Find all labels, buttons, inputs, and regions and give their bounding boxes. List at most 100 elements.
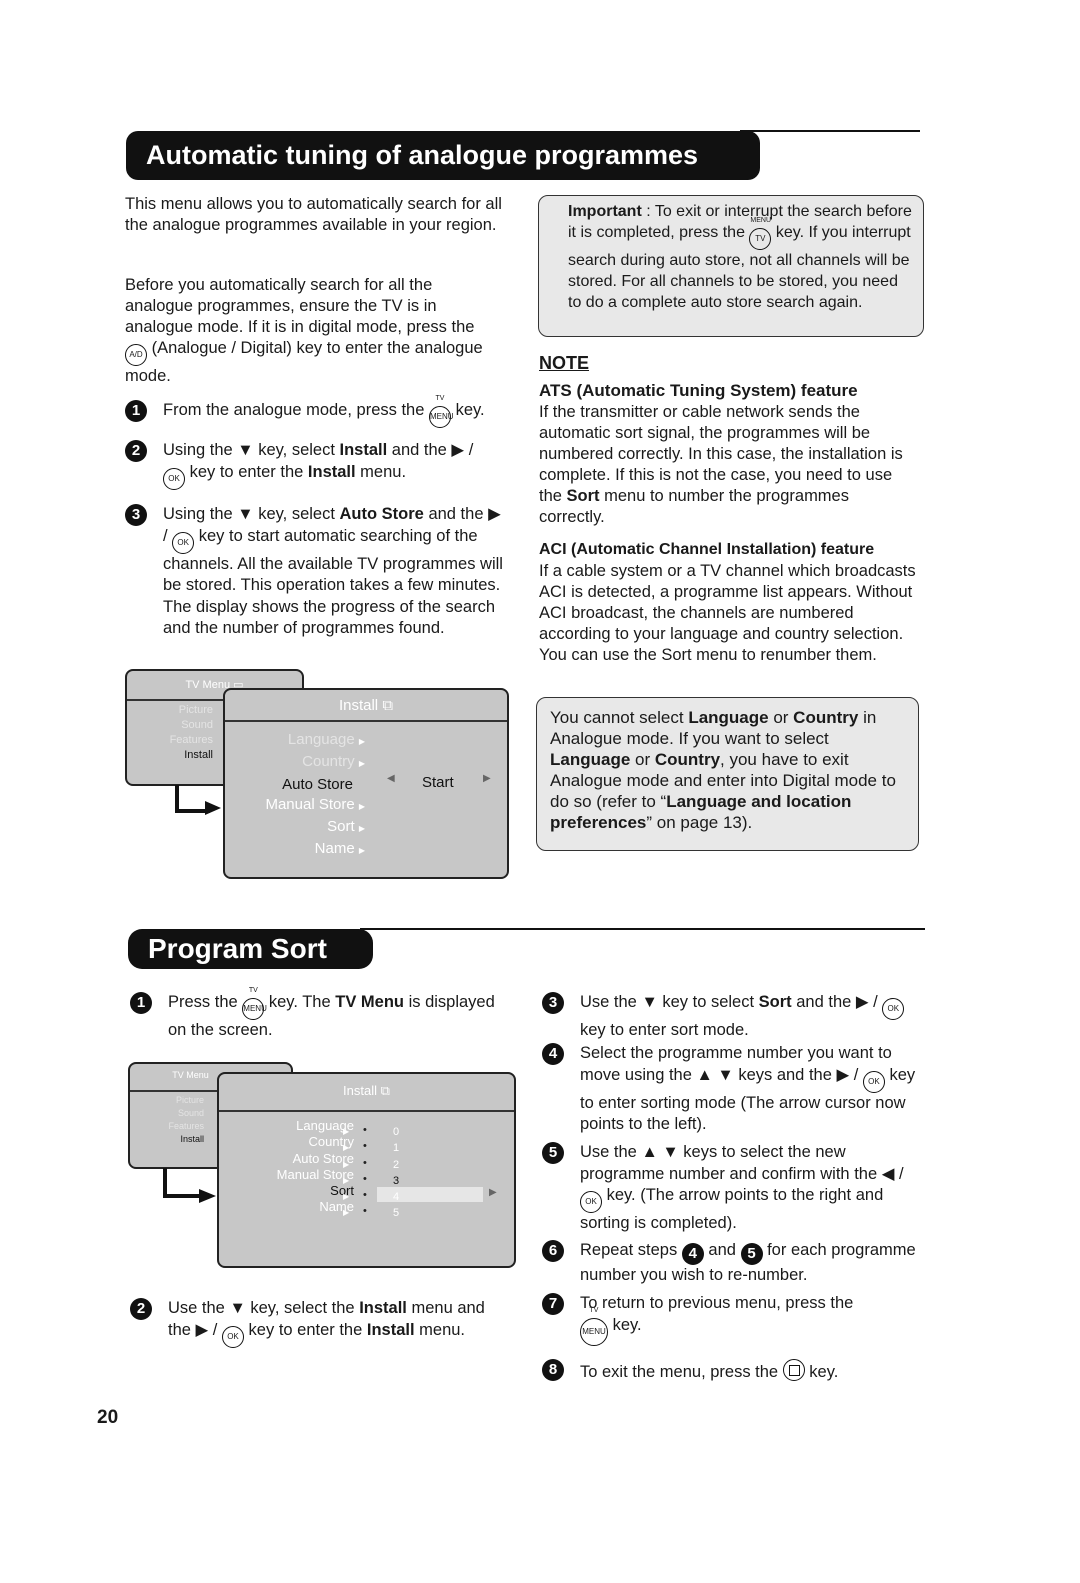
menu-item-country[interactable]: Country	[219, 1134, 354, 1150]
arrow-head-icon	[205, 801, 221, 815]
language-note-text: You cannot select Language or Country in…	[550, 707, 908, 833]
menu-item-auto-store[interactable]: Auto Store	[225, 775, 365, 795]
programme-number[interactable]: 1	[393, 1140, 399, 1156]
text: key.	[608, 1315, 642, 1334]
text: This menu allows you to automatically se…	[125, 195, 502, 234]
text: key to enter the	[185, 462, 308, 481]
step-number-icon: 2	[125, 440, 147, 462]
exit-key-icon	[782, 1359, 805, 1381]
text: key.	[450, 401, 485, 419]
bold-text: TV Menu	[335, 993, 404, 1011]
text: key to start automatic searching of the …	[163, 526, 503, 638]
intro-paragraph: This menu allows you to automatically se…	[125, 194, 510, 236]
text: Use the ▼ key to select	[580, 993, 759, 1011]
menu-item-country[interactable]: Country ▶	[225, 752, 365, 774]
section-title: Automatic tuning of analogue programmes	[126, 131, 760, 180]
tv-key-icon: TV MENU	[749, 217, 772, 250]
text: key. (The arrow points to the right and …	[580, 1186, 884, 1232]
right-arrow-icon[interactable]: ▶	[483, 773, 491, 784]
programme-number[interactable]: 0	[393, 1124, 399, 1140]
step-number-icon: 3	[125, 504, 147, 526]
ok-key-icon: OK	[882, 998, 905, 1020]
programme-number[interactable]: 5	[393, 1205, 399, 1221]
bold-text: Auto Store	[339, 505, 424, 523]
sort-step-3: 3 Use the ▼ key to select Sort and the ▶ …	[542, 992, 912, 1042]
step-number-icon: 2	[130, 1298, 152, 1320]
arrow-icon	[163, 1168, 201, 1198]
step-number-icon: 8	[542, 1359, 564, 1381]
text: Press the	[168, 993, 243, 1011]
text: key to enter the	[243, 1320, 367, 1339]
ats-heading: ATS (Automatic Tuning System) feature	[539, 381, 858, 400]
install-menu-title: Install ⧉	[225, 690, 507, 722]
step-number-icon: 6	[542, 1240, 564, 1262]
text: key. The	[264, 993, 336, 1011]
sort-step-5: 5 Use the ▲ ▼ keys to select the new prog…	[542, 1142, 922, 1235]
menu-item-manual-store[interactable]: Manual Store ▶	[225, 795, 365, 817]
bold-text: Country	[654, 750, 721, 769]
install-menu-panel: Install ⧉ Language ▶ Country ▶ Auto Stor…	[223, 688, 509, 879]
programme-number[interactable]: 2	[393, 1157, 399, 1173]
left-arrow-icon[interactable]: ◀	[387, 773, 395, 784]
step-number-icon: 5	[542, 1142, 564, 1164]
install-menu-title: Install ⧉	[219, 1074, 514, 1112]
step-1: 1 From the analogue mode, press the MENU T…	[125, 395, 520, 428]
menu-item-auto-store[interactable]: Auto Store	[219, 1151, 354, 1167]
intro-paragraph-2: Before you automatically search for all …	[125, 275, 495, 387]
menu-key-icon: MENU TV	[428, 395, 454, 428]
menu-item-sort[interactable]: Sort	[219, 1183, 354, 1199]
important-text: Important : To exit or interrupt the sea…	[568, 201, 913, 313]
text: Using the ▼ key, select	[163, 441, 340, 459]
right-arrow-icon[interactable]: ▶	[489, 1187, 497, 1198]
text: or	[768, 708, 794, 727]
text: Use the ▼ key, select the	[168, 1299, 360, 1317]
menu-item-language[interactable]: Language ▶	[225, 730, 365, 752]
bold-text: Install	[359, 1299, 407, 1317]
ok-key-icon: OK	[163, 467, 185, 490]
text: To exit the menu, press the	[580, 1363, 783, 1381]
menu-item-sort[interactable]: Sort ▶	[225, 817, 365, 839]
arrow-head-icon	[199, 1189, 216, 1203]
step-number-icon: 7	[542, 1293, 564, 1315]
text: Use the ▲ ▼ keys to select the new progr…	[580, 1143, 904, 1183]
step-number-icon: 1	[130, 992, 152, 1014]
text: (Analogue / Digital) key to enter the an…	[125, 339, 483, 385]
install-icon: ⧉	[382, 697, 394, 714]
menu-item-install[interactable]: Install	[130, 1133, 204, 1146]
menu-item-manual-store[interactable]: Manual Store	[219, 1167, 354, 1183]
text: key to enter sort mode.	[580, 1021, 749, 1039]
ad-key-icon: A/D	[125, 344, 147, 366]
note-heading: NOTE	[539, 353, 590, 373]
menu-item-name[interactable]: Name ▶	[225, 839, 365, 861]
text: Repeat steps	[580, 1241, 682, 1259]
text: Before you automatically search for all …	[125, 276, 475, 336]
menu-item-picture[interactable]: Picture	[130, 1094, 204, 1107]
programme-number-selected[interactable]: 4	[393, 1189, 399, 1205]
text: and	[703, 1241, 741, 1259]
install-menu-panel-2: Install ⧉ Language Country Auto Store Ma…	[217, 1072, 516, 1268]
menu-item-features[interactable]: Features	[127, 733, 213, 748]
menu-item-name[interactable]: Name	[219, 1199, 354, 1215]
programme-number[interactable]: 3	[393, 1173, 399, 1189]
aci-text: If a cable system or a TV channel which …	[539, 561, 919, 666]
text: To return to previous menu, press the	[580, 1294, 854, 1312]
text: and the ▶ /	[387, 441, 474, 459]
menu-item-sound[interactable]: Sound	[127, 718, 213, 733]
sort-step-6: 6 Repeat steps 4 and 5 for each programme…	[542, 1240, 932, 1287]
divider	[740, 130, 920, 132]
menu-item-picture[interactable]: Picture	[127, 703, 213, 718]
ok-key-icon: OK	[862, 1070, 885, 1093]
sort-step-7: 7 To return to previous menu, press the M…	[542, 1293, 922, 1346]
section-title-program-sort: Program Sort	[128, 929, 373, 969]
page-number: 20	[97, 1407, 119, 1428]
menu-item-sound[interactable]: Sound	[130, 1107, 204, 1120]
menu-item-language[interactable]: Language	[219, 1118, 354, 1134]
ats-text: If the transmitter or cable network send…	[539, 402, 917, 528]
text: and the ▶ /	[791, 993, 883, 1011]
divider	[360, 928, 925, 930]
step-number-icon: 4	[681, 1243, 704, 1265]
text: Select the programme number you want to …	[580, 1044, 892, 1084]
menu-key-icon: MENU TV	[242, 987, 267, 1020]
menu-item-features[interactable]: Features	[130, 1120, 204, 1133]
menu-item-install[interactable]: Install	[127, 748, 213, 763]
